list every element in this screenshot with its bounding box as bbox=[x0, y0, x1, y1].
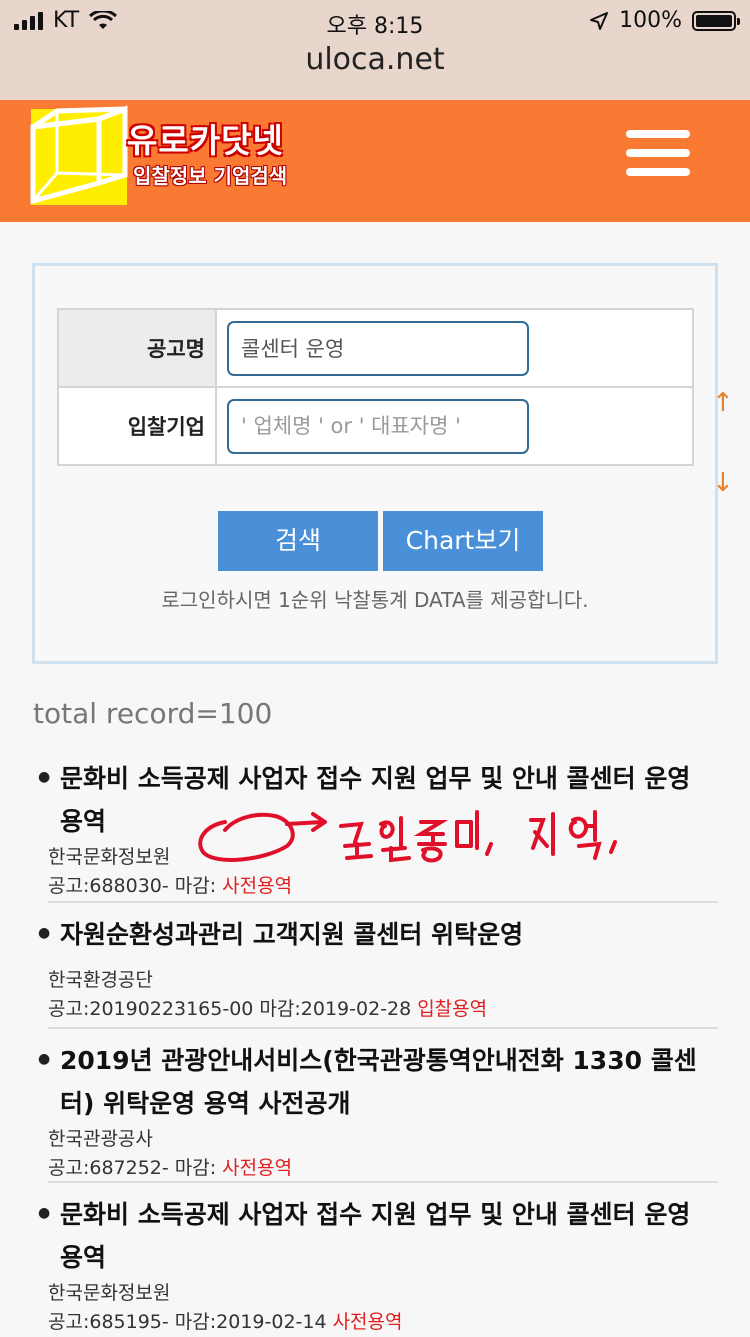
company-label: 입찰기업 bbox=[57, 386, 217, 466]
item-meta: 공고:20190223165-00 마감:2019-02-28 입찰용역 bbox=[48, 995, 718, 1024]
site-logo[interactable]: 유로카닷넷 입찰정보 기업검색 bbox=[27, 100, 320, 214]
list-item[interactable]: ● 2019년 관광안내서비스(한국관광통역안내전화 1330 콜센터) 위탁운… bbox=[38, 1039, 718, 1183]
browser-chrome: KT 오후 8:15 100% uloca.net bbox=[0, 0, 750, 100]
item-agency: 한국관광공사 bbox=[48, 1128, 153, 1150]
handwritten-annotation bbox=[198, 810, 617, 863]
item-meta-text: 공고:687252- 마감: bbox=[48, 1157, 217, 1179]
item-title[interactable]: 문화비 소득공제 사업자 접수 지원 업무 및 안내 콜센터 운영 용역 bbox=[60, 1193, 718, 1279]
item-agency: 한국문화정보원 bbox=[48, 1282, 171, 1304]
item-title[interactable]: 자원순환성과관리 고객지원 콜센터 위탁운영 bbox=[60, 913, 718, 956]
bullet-icon: ● bbox=[38, 925, 51, 941]
list-item[interactable]: ● 자원순환성과관리 고객지원 콜센터 위탁운영 한국환경공단 공고:20190… bbox=[38, 913, 718, 1029]
item-meta-text: 공고:688030- 마감: bbox=[48, 875, 217, 897]
cube-logo-icon bbox=[30, 105, 128, 205]
item-meta-text: 공고:20190223165-00 마감:2019-02-28 bbox=[48, 998, 412, 1020]
list-item[interactable]: ● 문화비 소득공제 사업자 접수 지원 업무 및 안내 콜센터 운영 용역 한… bbox=[38, 1193, 718, 1337]
title-input[interactable] bbox=[227, 320, 529, 376]
title-label: 공고명 bbox=[57, 308, 217, 388]
item-meta: 공고:688030- 마감: 사전용역 bbox=[48, 872, 718, 901]
brand-name: 유로카닷넷 bbox=[127, 121, 284, 160]
brand-tagline: 입찰정보 기업검색 bbox=[133, 164, 288, 188]
item-tag: 사전용역 bbox=[332, 1311, 403, 1333]
item-tag: 사전용역 bbox=[222, 875, 293, 897]
login-notice: 로그인하시면 1순위 낙찰통계 DATA를 제공합니다. bbox=[161, 588, 589, 612]
item-meta: 공고:687252- 마감: 사전용역 bbox=[48, 1154, 718, 1183]
company-input[interactable] bbox=[227, 398, 529, 454]
item-tag: 입찰용역 bbox=[417, 998, 488, 1020]
item-meta: 공고:685195- 마감:2019-02-14 사전용역 bbox=[48, 1308, 718, 1337]
item-title[interactable]: 2019년 관광안내서비스(한국관광통역안내전화 1330 콜센터) 위탁운영 … bbox=[60, 1039, 718, 1125]
address-bar[interactable]: uloca.net bbox=[0, 42, 750, 77]
scroll-down-icon[interactable]: ↓ bbox=[712, 468, 734, 498]
status-bar: KT 오후 8:15 100% bbox=[0, 0, 750, 40]
total-record: total record=100 bbox=[33, 697, 273, 730]
hamburger-menu-icon[interactable] bbox=[626, 130, 690, 176]
search-panel: 공고명 입찰기업 검색 Chart보기 로그인하시면 1순위 낙찰통계 DATA… bbox=[32, 263, 718, 664]
bullet-icon: ● bbox=[38, 1051, 51, 1067]
scroll-up-icon[interactable]: ↑ bbox=[712, 388, 734, 418]
item-tag: 사전용역 bbox=[222, 1157, 293, 1179]
bullet-icon: ● bbox=[38, 769, 51, 785]
chart-button[interactable]: Chart보기 bbox=[383, 511, 543, 571]
item-agency: 한국환경공단 bbox=[48, 969, 153, 991]
battery-icon bbox=[692, 10, 740, 31]
bullet-icon: ● bbox=[38, 1205, 51, 1221]
battery-percent: 100% bbox=[619, 8, 682, 33]
location-arrow-icon bbox=[590, 11, 609, 30]
site-header: 유로카닷넷 입찰정보 기업검색 bbox=[0, 100, 750, 222]
search-button[interactable]: 검색 bbox=[218, 511, 378, 571]
search-form: 공고명 입찰기업 bbox=[57, 308, 694, 466]
item-meta-text: 공고:685195- 마감:2019-02-14 bbox=[48, 1311, 327, 1333]
